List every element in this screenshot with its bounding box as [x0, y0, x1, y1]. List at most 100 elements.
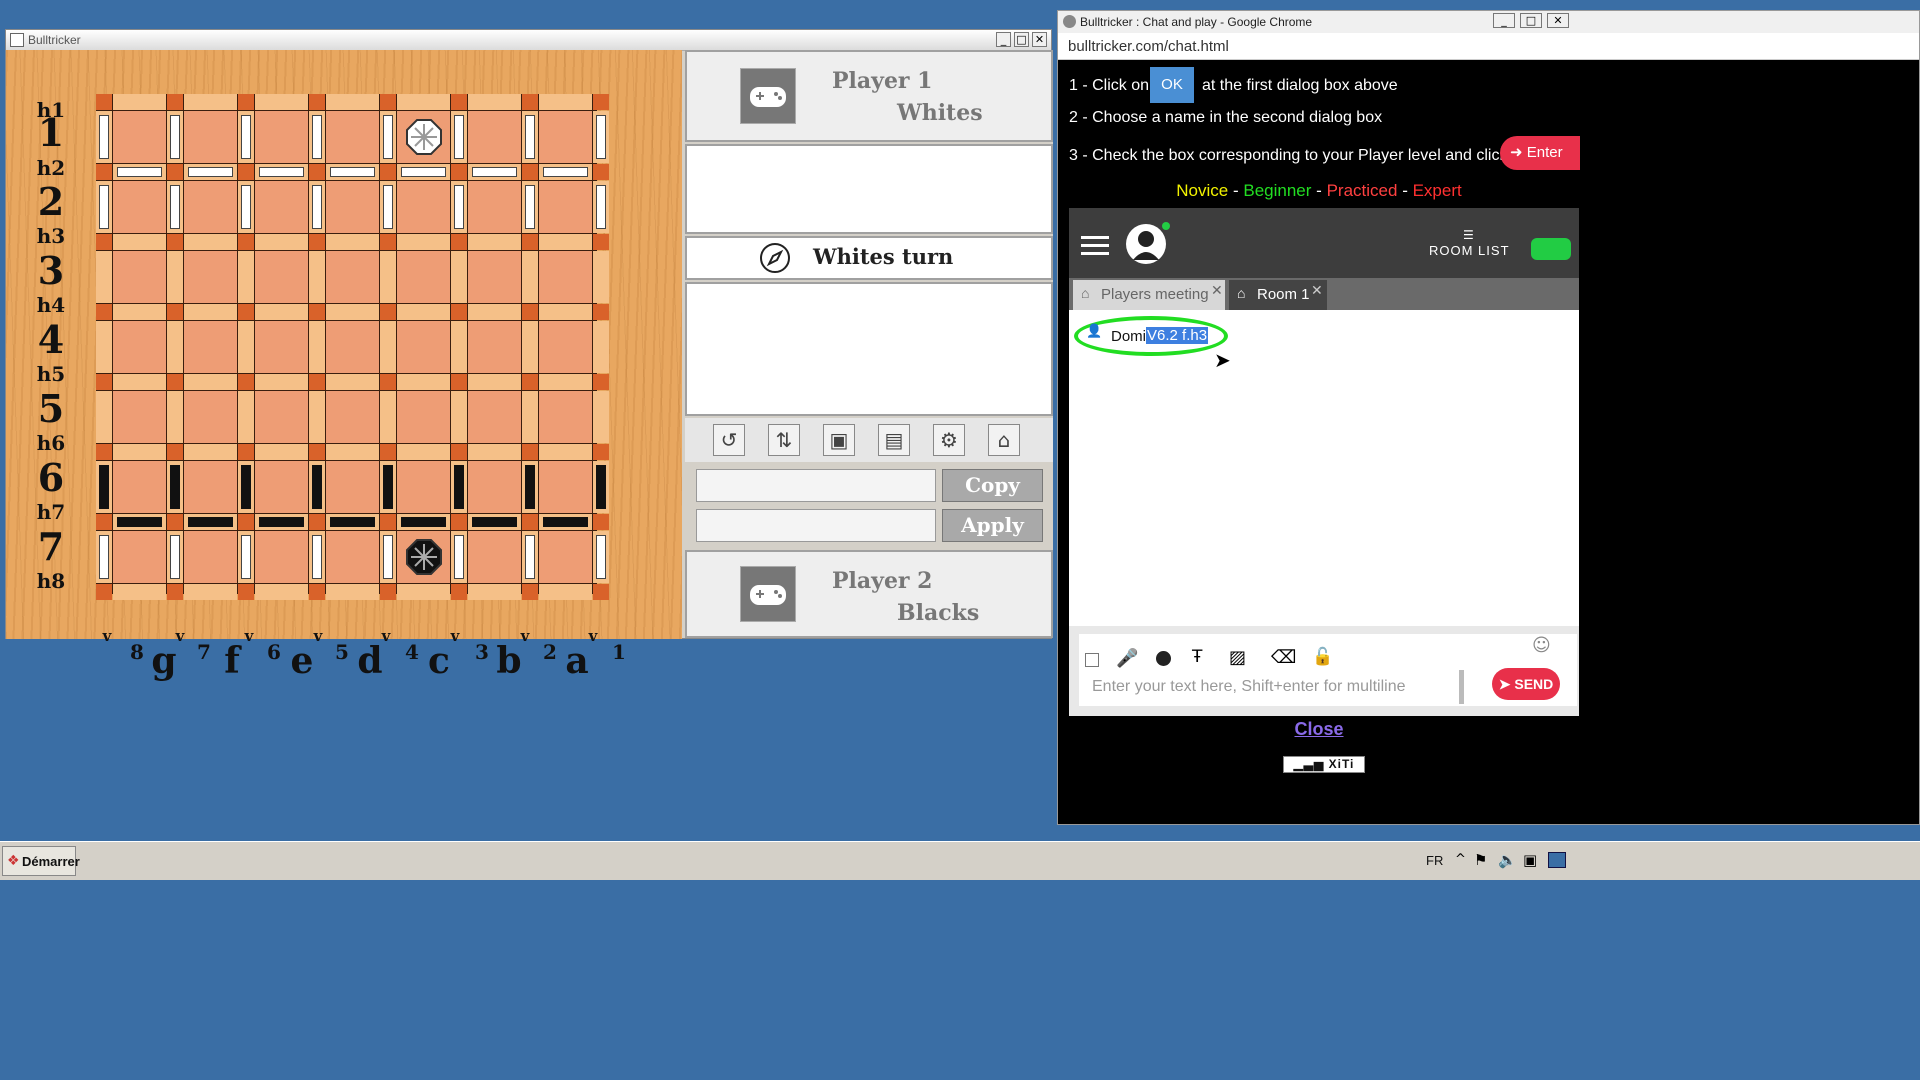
board-cell[interactable] [397, 461, 450, 513]
board-cell[interactable] [380, 234, 396, 250]
board-cell[interactable] [539, 234, 592, 250]
board-cell[interactable] [451, 444, 467, 460]
board-cell[interactable] [522, 514, 538, 530]
board-cell[interactable] [167, 391, 183, 443]
close-tab-icon[interactable]: ✕ [1311, 282, 1323, 299]
board-cell[interactable] [380, 514, 396, 530]
send-button[interactable]: ➤ SEND [1492, 668, 1560, 700]
board-cell[interactable] [539, 181, 592, 233]
board-cell[interactable] [238, 94, 254, 110]
board-cell[interactable] [238, 251, 254, 303]
black-soldier-piece[interactable] [383, 535, 393, 579]
board-cell[interactable] [468, 391, 521, 443]
board-cell[interactable] [309, 444, 325, 460]
board-cell[interactable] [593, 164, 609, 180]
message-input[interactable]: Enter your text here, Shift+enter for mu… [1092, 678, 1405, 696]
tab-room-1[interactable]: ⌂ Room 1 ✕ [1229, 280, 1327, 310]
board-cell[interactable] [167, 234, 183, 250]
board-cell[interactable] [326, 461, 379, 513]
enter-button[interactable]: ➜ Enter [1500, 136, 1580, 170]
board-cell[interactable] [167, 164, 183, 180]
white-soldier-piece[interactable] [525, 115, 535, 159]
black-soldier-piece[interactable] [525, 535, 535, 579]
copy-button[interactable]: Copy [942, 469, 1043, 502]
white-soldier-piece[interactable] [188, 167, 233, 177]
board-cell[interactable] [184, 531, 237, 583]
start-button[interactable]: ❖ Démarrer [2, 846, 80, 876]
board-cell[interactable] [451, 374, 467, 390]
board-cell[interactable] [397, 391, 450, 443]
board-cell[interactable] [309, 391, 325, 443]
close-link[interactable]: Close [1058, 719, 1580, 740]
board-cell[interactable] [539, 111, 592, 163]
board-cell[interactable] [522, 444, 538, 460]
board-cell[interactable] [167, 444, 183, 460]
tab-players-meeting[interactable]: ⌂ Players meeting ✕ [1073, 280, 1225, 310]
board-cell[interactable] [539, 391, 592, 443]
eraser-icon[interactable]: ⌫ [1271, 647, 1296, 668]
board-cell[interactable] [522, 234, 538, 250]
board-cell[interactable] [326, 531, 379, 583]
board-cell[interactable] [184, 584, 237, 600]
show-desktop-icon[interactable] [1548, 852, 1566, 868]
board-cell[interactable] [167, 374, 183, 390]
board-cell[interactable] [96, 374, 112, 390]
tray-expand-icon[interactable]: ^ [1455, 852, 1466, 867]
board-cell[interactable] [309, 164, 325, 180]
board-cell[interactable] [451, 251, 467, 303]
board-cell[interactable] [238, 374, 254, 390]
chrome-maximize-button[interactable]: □ [1520, 13, 1542, 28]
board-cell[interactable] [326, 391, 379, 443]
text-format-icon[interactable]: Ŧ [1192, 647, 1202, 667]
chat-toggle[interactable] [1531, 238, 1571, 260]
flag-icon[interactable]: ⚑ [1474, 851, 1487, 869]
board-cell[interactable] [380, 304, 396, 320]
white-soldier-piece[interactable] [383, 115, 393, 159]
user-name[interactable]: Domi [1111, 328, 1146, 345]
board-cell[interactable] [238, 444, 254, 460]
board-cell[interactable] [539, 444, 592, 460]
board-cell[interactable] [451, 164, 467, 180]
board-cell[interactable] [539, 304, 592, 320]
board-cell[interactable] [255, 374, 308, 390]
board-cell[interactable] [468, 374, 521, 390]
board-cell[interactable] [468, 321, 521, 373]
white-soldier-piece[interactable] [596, 185, 606, 229]
board-cell[interactable] [96, 164, 112, 180]
board-cell[interactable] [309, 584, 325, 600]
board-cell[interactable] [238, 584, 254, 600]
board-cell[interactable] [309, 234, 325, 250]
board-cell[interactable] [380, 584, 396, 600]
white-soldier-piece[interactable] [383, 185, 393, 229]
black-soldier-piece[interactable] [454, 535, 464, 579]
chrome-close-button[interactable]: ✕ [1547, 13, 1569, 28]
close-tab-icon[interactable]: ✕ [1211, 282, 1223, 299]
white-soldier-piece[interactable] [472, 167, 517, 177]
board-cell[interactable] [238, 391, 254, 443]
chrome-minimize-button[interactable]: _ [1493, 13, 1515, 28]
black-king-piece[interactable] [405, 538, 443, 580]
black-soldier-piece[interactable] [525, 465, 535, 509]
black-soldier-piece[interactable] [99, 465, 109, 509]
bulltricker-titlebar[interactable]: Bulltricker _ □ ✕ [6, 30, 1051, 51]
minimize-button[interactable]: _ [996, 32, 1011, 47]
board-cell[interactable] [468, 584, 521, 600]
black-soldier-piece[interactable] [596, 465, 606, 509]
board-cell[interactable] [113, 444, 166, 460]
maximize-button[interactable]: □ [1014, 32, 1029, 47]
board-cell[interactable] [309, 374, 325, 390]
board-cell[interactable] [113, 94, 166, 110]
white-king-piece[interactable] [405, 118, 443, 160]
board-cell[interactable] [309, 94, 325, 110]
white-soldier-piece[interactable] [170, 115, 180, 159]
board-cell[interactable] [255, 111, 308, 163]
board-cell[interactable] [113, 304, 166, 320]
board-cell[interactable] [397, 374, 450, 390]
board-cell[interactable] [593, 391, 609, 443]
board-cell[interactable] [184, 181, 237, 233]
board-cell[interactable] [184, 304, 237, 320]
board-cell[interactable] [380, 321, 396, 373]
board-cell[interactable] [184, 461, 237, 513]
settings-gear-icon[interactable]: ⚙ [933, 424, 965, 456]
black-soldier-piece[interactable] [170, 465, 180, 509]
